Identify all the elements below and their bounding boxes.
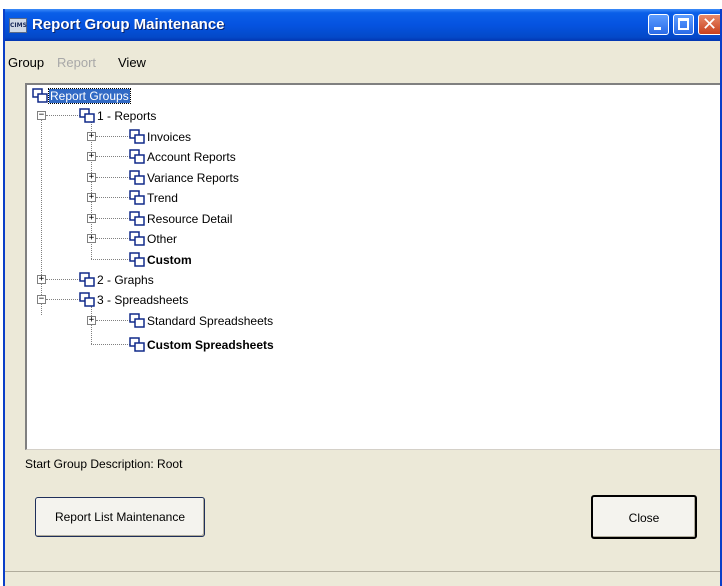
- tree-node-trend[interactable]: Trend: [129, 190, 179, 206]
- collapse-reports-toggle[interactable]: −: [37, 111, 46, 120]
- expand-standard-spreadsheets-toggle[interactable]: +: [87, 316, 96, 325]
- group-icon: [129, 231, 145, 246]
- maximize-icon: [678, 18, 689, 30]
- menu-group[interactable]: Group: [8, 55, 44, 70]
- tree-node-label: 2 - Graphs: [97, 273, 154, 287]
- tree-node-label: Account Reports: [147, 150, 236, 164]
- minimize-icon: [654, 27, 661, 30]
- group-icon: [129, 129, 145, 144]
- expand-invoices-toggle[interactable]: +: [87, 132, 96, 141]
- group-icon: [129, 149, 145, 164]
- tree-node-label: Other: [147, 232, 178, 246]
- tree-line: [96, 238, 130, 239]
- close-button[interactable]: Close: [591, 495, 697, 539]
- close-icon: ✕: [702, 14, 718, 35]
- group-description: Start Group Description: Root: [25, 457, 183, 471]
- collapse-spreadsheets-toggle[interactable]: −: [37, 295, 46, 304]
- close-window-button[interactable]: ✕: [698, 14, 720, 35]
- tree-line: [96, 156, 130, 157]
- title-bar[interactable]: CIMS Report Group Maintenance ✕: [5, 9, 720, 41]
- group-icon: [129, 313, 145, 328]
- maximize-button[interactable]: [673, 14, 694, 35]
- group-icon: [129, 170, 145, 185]
- window-title: Report Group Maintenance: [32, 16, 225, 33]
- menu-report[interactable]: Report: [57, 55, 96, 70]
- group-icon: [129, 211, 145, 226]
- group-icon: [129, 252, 145, 267]
- tree-node-graphs[interactable]: 2 - Graphs: [79, 272, 155, 288]
- tree-node-label: Resource Detail: [147, 212, 233, 226]
- tree-line: [96, 177, 130, 178]
- tree-line: [91, 259, 130, 260]
- tree-line: [46, 115, 82, 116]
- tree-node-resource-detail[interactable]: Resource Detail: [129, 211, 233, 227]
- tree-node-label: Report Groups: [48, 88, 131, 104]
- tree-line: [91, 306, 92, 344]
- tree-line: [46, 279, 82, 280]
- tree-node-standard-spreadsheets[interactable]: Standard Spreadsheets: [129, 313, 274, 329]
- tree-node-variance-reports[interactable]: Variance Reports: [129, 170, 240, 186]
- tree-node-other[interactable]: Other: [129, 231, 178, 247]
- tree-node-invoices[interactable]: Invoices: [129, 129, 192, 145]
- report-group-maintenance-window: CIMS Report Group Maintenance ✕ Group Re…: [3, 9, 722, 586]
- tree-line: [46, 299, 82, 300]
- menu-view[interactable]: View: [118, 55, 146, 70]
- group-icon: [32, 88, 48, 103]
- tree-line: [96, 218, 130, 219]
- tree-line: [91, 344, 130, 345]
- tree-node-label: 1 - Reports: [97, 109, 157, 123]
- expand-trend-toggle[interactable]: +: [87, 193, 96, 202]
- menu-bar: Group Report View: [5, 41, 720, 71]
- tree-node-label: Custom Spreadsheets: [147, 338, 274, 352]
- minimize-button[interactable]: [648, 14, 669, 35]
- app-icon: CIMS: [9, 18, 27, 33]
- expand-resource-detail-toggle[interactable]: +: [87, 214, 96, 223]
- tree-node-reports[interactable]: 1 - Reports: [79, 108, 157, 124]
- expand-variance-reports-toggle[interactable]: +: [87, 173, 96, 182]
- expand-account-reports-toggle[interactable]: +: [87, 152, 96, 161]
- tree-node-custom-spreadsheets[interactable]: Custom Spreadsheets: [129, 337, 275, 353]
- tree-line: [96, 136, 130, 137]
- tree-line: [96, 197, 130, 198]
- status-bar: [5, 571, 720, 586]
- group-icon: [129, 190, 145, 205]
- tree-node-label: Standard Spreadsheets: [147, 314, 274, 328]
- report-list-maintenance-button[interactable]: Report List Maintenance: [35, 497, 205, 537]
- tree-line: [41, 111, 42, 315]
- tree-node-spreadsheets[interactable]: 3 - Spreadsheets: [79, 292, 189, 308]
- group-icon: [79, 108, 95, 123]
- group-icon: [79, 292, 95, 307]
- group-icon: [129, 337, 145, 352]
- tree-line: [96, 320, 130, 321]
- tree-node-custom[interactable]: Custom: [129, 252, 193, 268]
- tree-node-label: 3 - Spreadsheets: [97, 293, 189, 307]
- tree-node-account-reports[interactable]: Account Reports: [129, 149, 237, 165]
- expand-graphs-toggle[interactable]: +: [37, 275, 46, 284]
- group-icon: [79, 272, 95, 287]
- expand-other-toggle[interactable]: +: [87, 234, 96, 243]
- tree-node-label: Invoices: [147, 130, 192, 144]
- report-group-tree[interactable]: − + + + + + + + − + Report Groups 1 - Re…: [25, 83, 720, 450]
- tree-node-report-groups[interactable]: Report Groups: [32, 88, 131, 104]
- tree-node-label: Variance Reports: [147, 171, 239, 185]
- tree-node-label: Trend: [147, 191, 178, 205]
- tree-node-label: Custom: [147, 253, 192, 267]
